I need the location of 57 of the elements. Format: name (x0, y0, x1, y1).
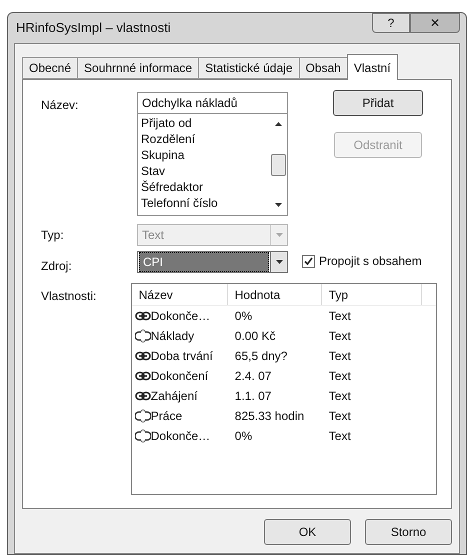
table-cell-text: 65,5 dny? (234, 348, 288, 365)
table-cell-text: Doba trvání (150, 348, 213, 365)
dialog-button[interactable]: OK (264, 519, 351, 545)
down-arrow-icon (275, 203, 282, 207)
help-button[interactable]: ? (372, 13, 410, 33)
table-cell-text: Dokonče… (150, 428, 210, 445)
field-label: Typ: (41, 227, 65, 244)
table-cell-text: 0.00 Kč (234, 328, 276, 345)
table-cell-text: Dokonče… (150, 308, 210, 325)
column-header[interactable]: Název (132, 284, 228, 305)
field-label: Vlastnosti: (41, 288, 98, 305)
close-button[interactable]: ✕ (410, 13, 460, 33)
tab[interactable]: Souhrnné informace (77, 57, 198, 79)
tab[interactable]: Obecné (22, 57, 78, 79)
list-item[interactable]: Telefonní číslo (141, 195, 267, 211)
field-label: Zdroj: (41, 258, 73, 275)
column-header[interactable]: Typ (322, 284, 422, 305)
table-cell-text: 0% (234, 308, 254, 325)
table-cell-text: 1.1. 07 (234, 388, 272, 405)
dialog-button[interactable]: Storno (365, 519, 452, 545)
table-cell-text: Text (328, 388, 352, 405)
list-item[interactable]: Skupina (141, 147, 267, 163)
table-cell-text: Text (328, 368, 352, 385)
table-cell-text: Text (328, 428, 352, 445)
checkmark-icon (304, 256, 313, 266)
field-label: Název: (41, 97, 80, 114)
table-cell-text: Náklady (150, 328, 194, 345)
checkbox[interactable] (302, 254, 315, 268)
scrollbar-thumb[interactable] (271, 154, 286, 176)
table-cell-text: 825.33 hodin (234, 408, 306, 425)
table-cell-text: Text (328, 348, 352, 365)
table-cell-text: Práce (150, 408, 182, 425)
tab[interactable]: Vlastní (346, 54, 398, 80)
list-item[interactable]: Stav (141, 163, 267, 179)
source-dropdown[interactable]: CPI (137, 251, 288, 273)
list-item[interactable]: Šéfredaktor (141, 179, 267, 195)
add-button[interactable]: Přidat (333, 90, 423, 116)
name-field[interactable]: Odchylka nákladů (137, 92, 288, 114)
tab[interactable]: Statistické údaje (198, 57, 298, 79)
list-item[interactable]: Přijato od (141, 115, 267, 131)
column-header[interactable]: Hodnota (228, 284, 322, 305)
properties-list[interactable]: Název Hodnota Typ Dokonče… 0% Text Náklady 0.00 Kč Text Doba trvání 65,5 dny? Text Dokončení 2.4. 07 Text Zahájení 1.1. 07 Text Práce 825.33 hodin Text Dokonče… 0% Text (130, 283, 437, 495)
list-item[interactable]: Rozdělení (141, 131, 267, 147)
tab[interactable]: Obsah (298, 57, 347, 79)
table-cell-text: Text (328, 308, 352, 325)
window-title: HRinfoSysImpl – vlastnosti (15, 19, 171, 38)
table-cell-text: Text (328, 408, 352, 425)
down-arrow-icon (276, 260, 282, 264)
link-checkbox[interactable]: Propojit s obsahem (302, 252, 437, 270)
table-cell-text: Text (328, 328, 352, 345)
table-cell-text: 2.4. 07 (234, 368, 272, 385)
up-arrow-icon (275, 122, 282, 126)
table-cell-text: Dokončení (150, 368, 208, 385)
table-cell-text: Zahájení (150, 388, 198, 405)
down-arrow-icon (276, 233, 282, 237)
table-cell-text: 0% (234, 428, 254, 445)
name-list[interactable]: Přijato od Rozdělení Skupina Stav Šéfredaktor Telefonní číslo (137, 114, 288, 216)
